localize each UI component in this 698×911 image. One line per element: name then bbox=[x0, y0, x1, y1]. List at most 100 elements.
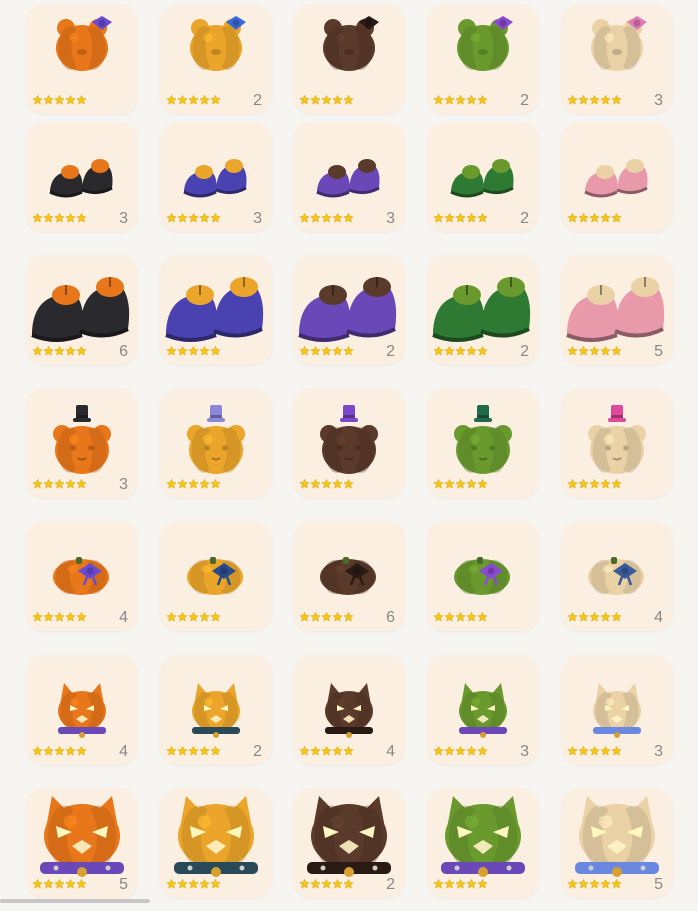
cat-collar-small-icon bbox=[593, 683, 641, 738]
star-icon bbox=[343, 878, 354, 889]
star-icon bbox=[600, 212, 611, 223]
star-icon bbox=[343, 745, 354, 756]
inventory-item-card[interactable] bbox=[293, 4, 405, 114]
rarity-stars bbox=[433, 611, 488, 625]
star-icon bbox=[433, 345, 444, 356]
rarity-stars bbox=[567, 478, 622, 492]
star-icon bbox=[65, 345, 76, 356]
star-icon bbox=[433, 611, 444, 622]
inventory-item-card[interactable] bbox=[293, 388, 405, 498]
pumpkin-bow-icon bbox=[187, 557, 243, 595]
star-icon bbox=[332, 611, 343, 622]
star-icon bbox=[76, 611, 87, 622]
horizontal-scrollbar[interactable] bbox=[0, 899, 150, 903]
star-icon bbox=[76, 212, 87, 223]
star-icon bbox=[310, 611, 321, 622]
star-icon bbox=[32, 878, 43, 889]
inventory-item-card[interactable] bbox=[561, 122, 673, 232]
rarity-stars bbox=[32, 94, 87, 108]
shoes-large-icon bbox=[566, 277, 665, 342]
star-icon bbox=[43, 745, 54, 756]
pumpkin-bow-icon bbox=[454, 557, 510, 595]
star-icon bbox=[600, 878, 611, 889]
star-icon bbox=[578, 745, 589, 756]
inventory-item-card[interactable]: 3 bbox=[293, 122, 405, 232]
pumpkin-bow-icon bbox=[588, 557, 644, 595]
inventory-item-card[interactable]: 2 bbox=[427, 255, 539, 365]
inventory-item-card[interactable]: 4 bbox=[26, 655, 138, 765]
star-icon bbox=[567, 478, 578, 489]
star-icon bbox=[611, 478, 622, 489]
star-icon bbox=[589, 94, 600, 105]
star-icon bbox=[321, 345, 332, 356]
inventory-item-card[interactable]: 5 bbox=[26, 788, 138, 898]
star-icon bbox=[611, 745, 622, 756]
star-icon bbox=[477, 94, 488, 105]
star-icon bbox=[600, 345, 611, 356]
inventory-item-card[interactable]: 2 bbox=[293, 255, 405, 365]
star-icon bbox=[54, 745, 65, 756]
rarity-stars bbox=[433, 94, 488, 108]
star-icon bbox=[578, 478, 589, 489]
star-icon bbox=[188, 345, 199, 356]
star-icon bbox=[54, 94, 65, 105]
inventory-item-card[interactable]: 6 bbox=[293, 521, 405, 631]
item-count: 2 bbox=[253, 743, 262, 760]
inventory-item-card[interactable]: 2 bbox=[160, 655, 272, 765]
rarity-stars bbox=[567, 345, 622, 359]
star-icon bbox=[455, 345, 466, 356]
inventory-item-card[interactable] bbox=[561, 388, 673, 498]
rarity-stars bbox=[567, 212, 622, 226]
shoes-small-icon bbox=[450, 159, 514, 198]
inventory-item-card[interactable]: 4 bbox=[293, 655, 405, 765]
item-count: 3 bbox=[119, 210, 128, 227]
star-icon bbox=[332, 745, 343, 756]
inventory-item-card[interactable]: 2 bbox=[293, 788, 405, 898]
inventory-item-card[interactable]: 2 bbox=[427, 122, 539, 232]
inventory-item-card[interactable] bbox=[427, 788, 539, 898]
star-icon bbox=[477, 478, 488, 489]
star-icon bbox=[32, 94, 43, 105]
inventory-item-card[interactable] bbox=[427, 521, 539, 631]
inventory-item-card[interactable] bbox=[160, 788, 272, 898]
star-icon bbox=[299, 478, 310, 489]
item-count: 3 bbox=[386, 210, 395, 227]
inventory-item-card[interactable]: 3 bbox=[26, 388, 138, 498]
star-icon bbox=[32, 478, 43, 489]
inventory-item-card[interactable] bbox=[160, 255, 272, 365]
star-icon bbox=[567, 878, 578, 889]
star-icon bbox=[177, 345, 188, 356]
star-icon bbox=[600, 478, 611, 489]
inventory-item-card[interactable]: 5 bbox=[561, 255, 673, 365]
inventory-item-card[interactable]: 4 bbox=[561, 521, 673, 631]
star-icon bbox=[578, 611, 589, 622]
star-icon bbox=[466, 745, 477, 756]
bear-head-bow-icon bbox=[323, 16, 379, 71]
inventory-item-card[interactable]: 2 bbox=[160, 4, 272, 114]
star-icon bbox=[76, 94, 87, 105]
inventory-item-card[interactable] bbox=[160, 521, 272, 631]
item-count: 6 bbox=[386, 609, 395, 626]
rarity-stars bbox=[299, 878, 354, 892]
star-icon bbox=[343, 478, 354, 489]
inventory-item-card[interactable] bbox=[26, 4, 138, 114]
inventory-item-card[interactable]: 2 bbox=[427, 4, 539, 114]
item-count: 3 bbox=[253, 210, 262, 227]
rarity-stars bbox=[299, 611, 354, 625]
cat-collar-large-icon bbox=[575, 796, 659, 877]
inventory-item-card[interactable]: 5 bbox=[561, 788, 673, 898]
inventory-item-card[interactable]: 3 bbox=[561, 4, 673, 114]
star-icon bbox=[166, 478, 177, 489]
inventory-item-card[interactable] bbox=[160, 388, 272, 498]
inventory-item-card[interactable]: 3 bbox=[427, 655, 539, 765]
shoes-small-icon bbox=[316, 159, 380, 198]
inventory-item-card[interactable]: 3 bbox=[561, 655, 673, 765]
inventory-item-card[interactable]: 3 bbox=[26, 122, 138, 232]
inventory-item-card[interactable]: 3 bbox=[160, 122, 272, 232]
inventory-item-card[interactable]: 6 bbox=[26, 255, 138, 365]
star-icon bbox=[444, 212, 455, 223]
inventory-item-card[interactable]: 4 bbox=[26, 521, 138, 631]
inventory-item-card[interactable] bbox=[427, 388, 539, 498]
rarity-stars bbox=[299, 345, 354, 359]
item-count: 3 bbox=[654, 743, 663, 760]
